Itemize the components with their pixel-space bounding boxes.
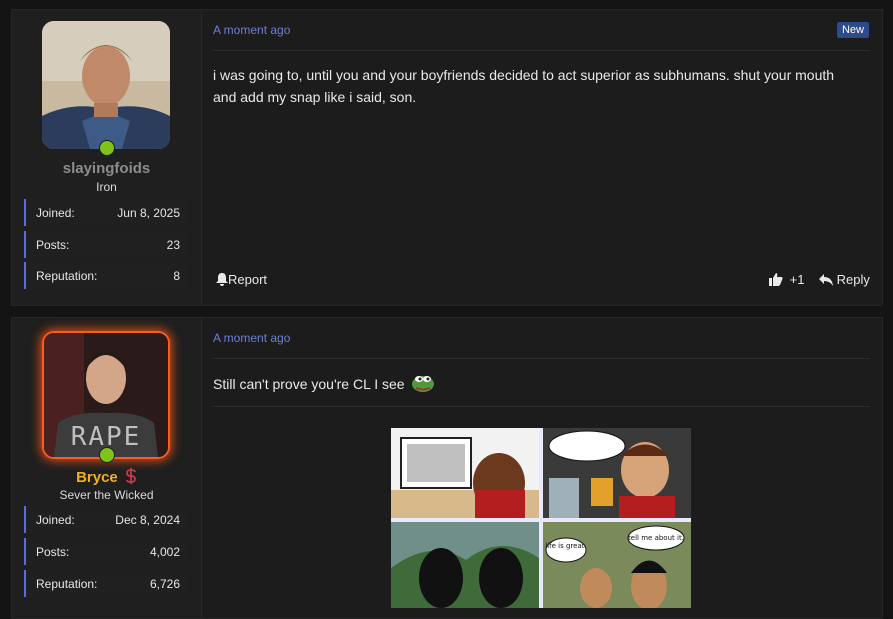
stat-label: Joined:: [36, 206, 75, 220]
thumbs-up-icon: [769, 273, 783, 286]
post-message: i was going to, until you and your boyfr…: [213, 67, 835, 105]
post-content: A moment ago New i was going to, until y…: [213, 10, 870, 305]
stat-joined: Joined: Dec 8, 2024: [24, 506, 189, 533]
stat-label: Posts:: [36, 238, 70, 252]
stat-value: 4,002: [149, 545, 180, 559]
avatar[interactable]: RAPE: [42, 331, 170, 459]
comic-image[interactable]: life is great. tell me about it.: [391, 428, 691, 610]
online-dot-icon: [99, 447, 115, 463]
avatar[interactable]: [42, 21, 170, 149]
stat-value: 8: [173, 269, 180, 283]
stat-label: Joined:: [36, 513, 75, 527]
new-badge: New: [836, 22, 869, 38]
like-count: +1: [789, 272, 805, 287]
stat-value: 6,726: [149, 577, 180, 591]
stat-label: Reputation:: [36, 577, 98, 591]
comic-bubble: life is great.: [545, 542, 586, 550]
post-1: slayingfoids Iron Joined: Jun 8, 2025 Po…: [11, 9, 883, 306]
stat-label: Reputation:: [36, 269, 98, 283]
reply-arrow-icon: [819, 274, 833, 286]
divider: [213, 358, 870, 359]
post-message: Still can't prove you're CL I see: [213, 373, 853, 395]
stat-posts: Posts: 4,002: [24, 538, 189, 565]
stat-label: Posts:: [36, 545, 70, 559]
stat-value: Dec 8, 2024: [115, 513, 180, 527]
reply-button[interactable]: Reply: [819, 272, 870, 287]
username[interactable]: Bryce: [12, 468, 201, 486]
like-button[interactable]: +1: [769, 272, 804, 287]
post-timestamp[interactable]: A moment ago: [213, 331, 290, 345]
reply-label: Reply: [836, 272, 870, 287]
user-title: Iron: [96, 180, 117, 194]
bell-icon: [216, 273, 228, 286]
pepe-emoji-icon: [412, 376, 435, 392]
stat-joined: Joined: Jun 8, 2025: [24, 199, 189, 226]
user-info-panel: RAPE Bryce Sever the Wicked Joined: Dec …: [12, 318, 202, 618]
username[interactable]: slayingfoids: [12, 160, 201, 177]
post-2: RAPE Bryce Sever the Wicked Joined: Dec …: [11, 317, 883, 619]
stat-posts: Posts: 23: [24, 231, 189, 258]
stat-reputation: Reputation: 8: [24, 262, 189, 289]
post-message-text: Still can't prove you're CL I see: [213, 376, 405, 392]
user-info-panel: slayingfoids Iron Joined: Jun 8, 2025 Po…: [12, 10, 202, 305]
divider: [213, 406, 870, 407]
report-label: Report: [228, 272, 268, 287]
comic-bubble: tell me about it.: [628, 534, 684, 542]
stat-value: 23: [166, 238, 180, 252]
divider: [213, 50, 870, 51]
report-button[interactable]: Report: [216, 272, 267, 287]
username-text: Bryce: [76, 469, 118, 486]
user-title: Sever the Wicked: [59, 488, 154, 502]
stat-value: Jun 8, 2025: [117, 206, 180, 220]
post-content: A moment ago Still can't prove you're CL…: [213, 318, 870, 618]
online-dot-icon: [99, 140, 115, 156]
dollar-icon: [126, 468, 136, 484]
stat-reputation: Reputation: 6,726: [24, 570, 189, 597]
post-timestamp[interactable]: A moment ago: [213, 23, 290, 37]
